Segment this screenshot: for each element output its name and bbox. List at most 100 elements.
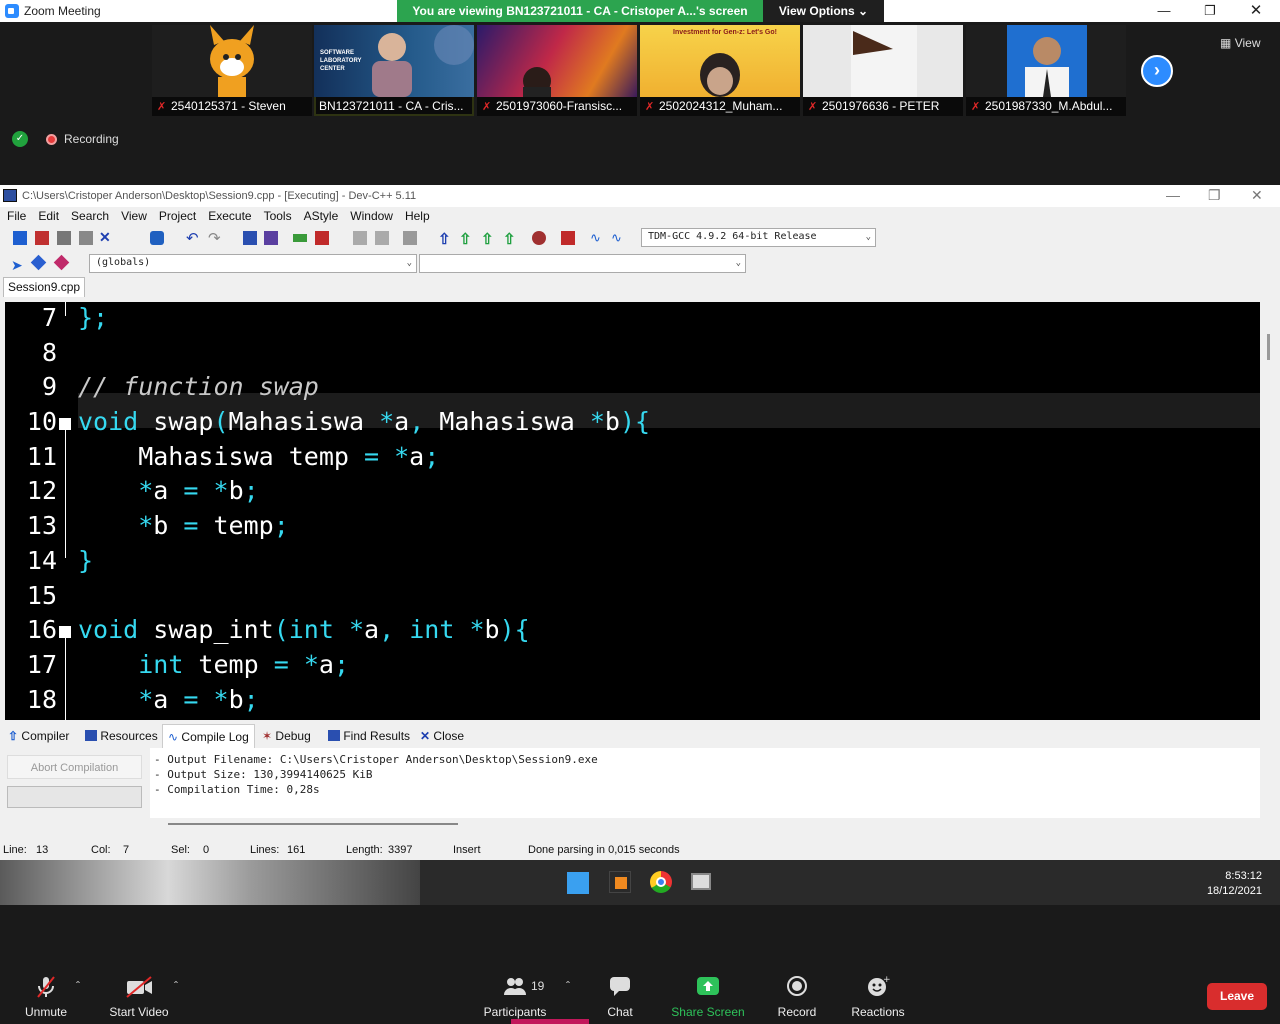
sublime-text-icon[interactable]	[609, 871, 631, 893]
devcpp-minimize-icon[interactable]: —	[1166, 185, 1180, 205]
editor-scrollbar[interactable]	[1260, 302, 1277, 720]
profile-analysis-icon[interactable]: ∿	[611, 230, 625, 245]
code-line-12: *a = *b;	[138, 476, 259, 505]
record-button[interactable]: Record	[772, 975, 822, 1019]
bookmark-goto-icon[interactable]	[53, 254, 70, 271]
share-screen-icon	[670, 975, 746, 999]
scope-select[interactable]: (globals) ⌄	[89, 254, 417, 273]
close-file-icon[interactable]: ✕	[99, 229, 113, 245]
participant-strip: ✗ 2540125371 - Steven SOFTWARE LABORATORY…	[0, 22, 1280, 185]
log-horizontal-scrollbar[interactable]	[168, 823, 458, 825]
tab-compiler[interactable]: ⇧ Compiler	[8, 724, 69, 748]
compile-run-icon[interactable]	[403, 231, 417, 245]
share-screen-button[interactable]: Share Screen	[670, 975, 746, 1019]
participant-tile[interactable]: ✗ 2501987330_M.Abdul...	[966, 25, 1126, 116]
compiler-select[interactable]: TDM-GCC 4.9.2 64-bit Release ⌄	[641, 228, 876, 247]
participant-tile-active[interactable]: SOFTWARE LABORATORY CENTER BN123721011 -…	[314, 25, 474, 116]
log-line: - Compilation Time: 0,28s	[154, 783, 320, 796]
audio-options-chevron-icon[interactable]: ˆ	[72, 979, 84, 993]
menu-view[interactable]: View	[114, 207, 152, 225]
abort-compilation-button[interactable]: Abort Compilation	[7, 755, 142, 779]
scope-select-value: (globals)	[96, 257, 151, 268]
tab-find-results[interactable]: Find Results	[328, 724, 410, 748]
menu-project[interactable]: Project	[152, 207, 201, 225]
devcpp-taskbar-icon[interactable]	[691, 873, 711, 890]
windows-start-icon[interactable]	[567, 872, 589, 894]
zoom-logo-icon	[5, 4, 19, 18]
bookmark-icon[interactable]	[30, 254, 47, 271]
unindent-icon[interactable]	[315, 231, 329, 245]
close-icon[interactable]: ✕	[1233, 0, 1279, 22]
menu-execute[interactable]: Execute	[201, 207, 256, 225]
participant-tile[interactable]: ✗ 2501973060-Fransisc...	[477, 25, 637, 116]
reactions-label: Reactions	[851, 1005, 905, 1019]
menu-astyle[interactable]: AStyle	[297, 207, 344, 225]
maximize-icon[interactable]: ❐	[1187, 0, 1233, 22]
video-options-chevron-icon[interactable]: ˆ	[170, 979, 182, 993]
replace-icon[interactable]	[264, 231, 278, 245]
muted-mic-icon: ✗	[157, 101, 167, 113]
menu-search[interactable]: Search	[64, 207, 114, 225]
reactions-button[interactable]: + Reactions	[848, 975, 908, 1019]
close-x-icon: ✕	[420, 729, 431, 743]
goto-icon[interactable]: ➤	[11, 257, 25, 273]
scrollbar-thumb[interactable]	[1267, 334, 1270, 360]
fold-marker-icon[interactable]	[59, 418, 71, 430]
avatar	[803, 25, 963, 97]
code-line-16: void swap_int(int *a, int *b){	[78, 615, 530, 644]
menu-edit[interactable]: Edit	[31, 207, 64, 225]
menu-window[interactable]: Window	[343, 207, 398, 225]
new-file-icon[interactable]	[13, 231, 27, 245]
compile-log-output[interactable]: - Output Filename: C:\Users\Cristoper An…	[150, 748, 1260, 818]
redo-icon[interactable]: ↷	[208, 229, 222, 247]
tab-label: Compile Log	[181, 730, 249, 744]
unmute-button[interactable]: Unmute	[20, 975, 72, 1019]
tab-compile-log[interactable]: ∿ Compile Log	[162, 724, 255, 748]
save-all-icon[interactable]	[79, 231, 93, 245]
tab-resources[interactable]: Resources	[85, 724, 158, 748]
tab-debug[interactable]: ✶ Debug	[262, 724, 311, 748]
member-select[interactable]: ⌄	[419, 254, 746, 273]
devcpp-close-icon[interactable]: ✕	[1251, 185, 1263, 205]
chrome-icon[interactable]	[650, 871, 672, 893]
stop-execution-icon[interactable]	[561, 231, 575, 245]
chat-button[interactable]: Chat	[600, 975, 640, 1019]
open-file-icon[interactable]	[35, 231, 49, 245]
code-editor[interactable]: 7 8 9 10 11 12 13 14 15 16 17 18 }; // f…	[5, 302, 1260, 720]
participant-tile[interactable]: ✗ 2501976636 - PETER	[803, 25, 963, 116]
leave-button[interactable]: Leave	[1207, 983, 1267, 1010]
up-arrow-green-icon[interactable]: ⇧	[459, 230, 473, 248]
compile-icon[interactable]	[353, 231, 367, 245]
avatar	[966, 25, 1126, 97]
undo-icon[interactable]: ↶	[186, 229, 200, 247]
find-icon[interactable]	[243, 231, 257, 245]
chevron-down-icon: ⌄	[865, 232, 871, 242]
taskbar-clock[interactable]: 8:53:12 18/12/2021	[1207, 869, 1262, 899]
debug-icon[interactable]	[532, 231, 546, 245]
view-options-button[interactable]: View Options ⌄	[763, 0, 884, 22]
participants-options-chevron-icon[interactable]: ˆ	[562, 979, 574, 993]
menu-tools[interactable]: Tools	[257, 207, 297, 225]
recording-dot-icon	[46, 134, 57, 145]
up-arrow-green2-icon[interactable]: ⇧	[481, 230, 495, 248]
gallery-view-button[interactable]: ▦ View	[1220, 36, 1260, 50]
devcpp-restore-icon[interactable]: ❐	[1208, 185, 1221, 205]
up-arrow-dark-icon[interactable]: ⇧	[503, 230, 517, 248]
print-icon[interactable]	[150, 231, 164, 245]
menu-help[interactable]: Help	[398, 207, 435, 225]
indent-icon[interactable]	[293, 234, 307, 242]
line-number: 16	[26, 615, 57, 644]
profile-icon[interactable]: ∿	[590, 230, 604, 245]
next-page-chevron-icon[interactable]: ›	[1141, 55, 1173, 87]
participant-tile[interactable]: Investment for Gen-z: Let's Go! ✗ 2502024…	[640, 25, 800, 116]
start-video-button[interactable]: Start Video	[106, 975, 172, 1019]
minimize-icon[interactable]: —	[1141, 0, 1187, 22]
menu-file[interactable]: File	[0, 207, 31, 225]
participant-tile[interactable]: ✗ 2540125371 - Steven	[152, 25, 312, 116]
up-arrow-blue-icon[interactable]: ⇧	[438, 230, 452, 248]
fold-marker-icon[interactable]	[59, 626, 71, 638]
file-tab-session9[interactable]: Session9.cpp	[3, 277, 86, 297]
save-icon[interactable]	[57, 231, 71, 245]
run-icon[interactable]	[375, 231, 389, 245]
tab-close[interactable]: ✕ Close	[420, 724, 464, 748]
